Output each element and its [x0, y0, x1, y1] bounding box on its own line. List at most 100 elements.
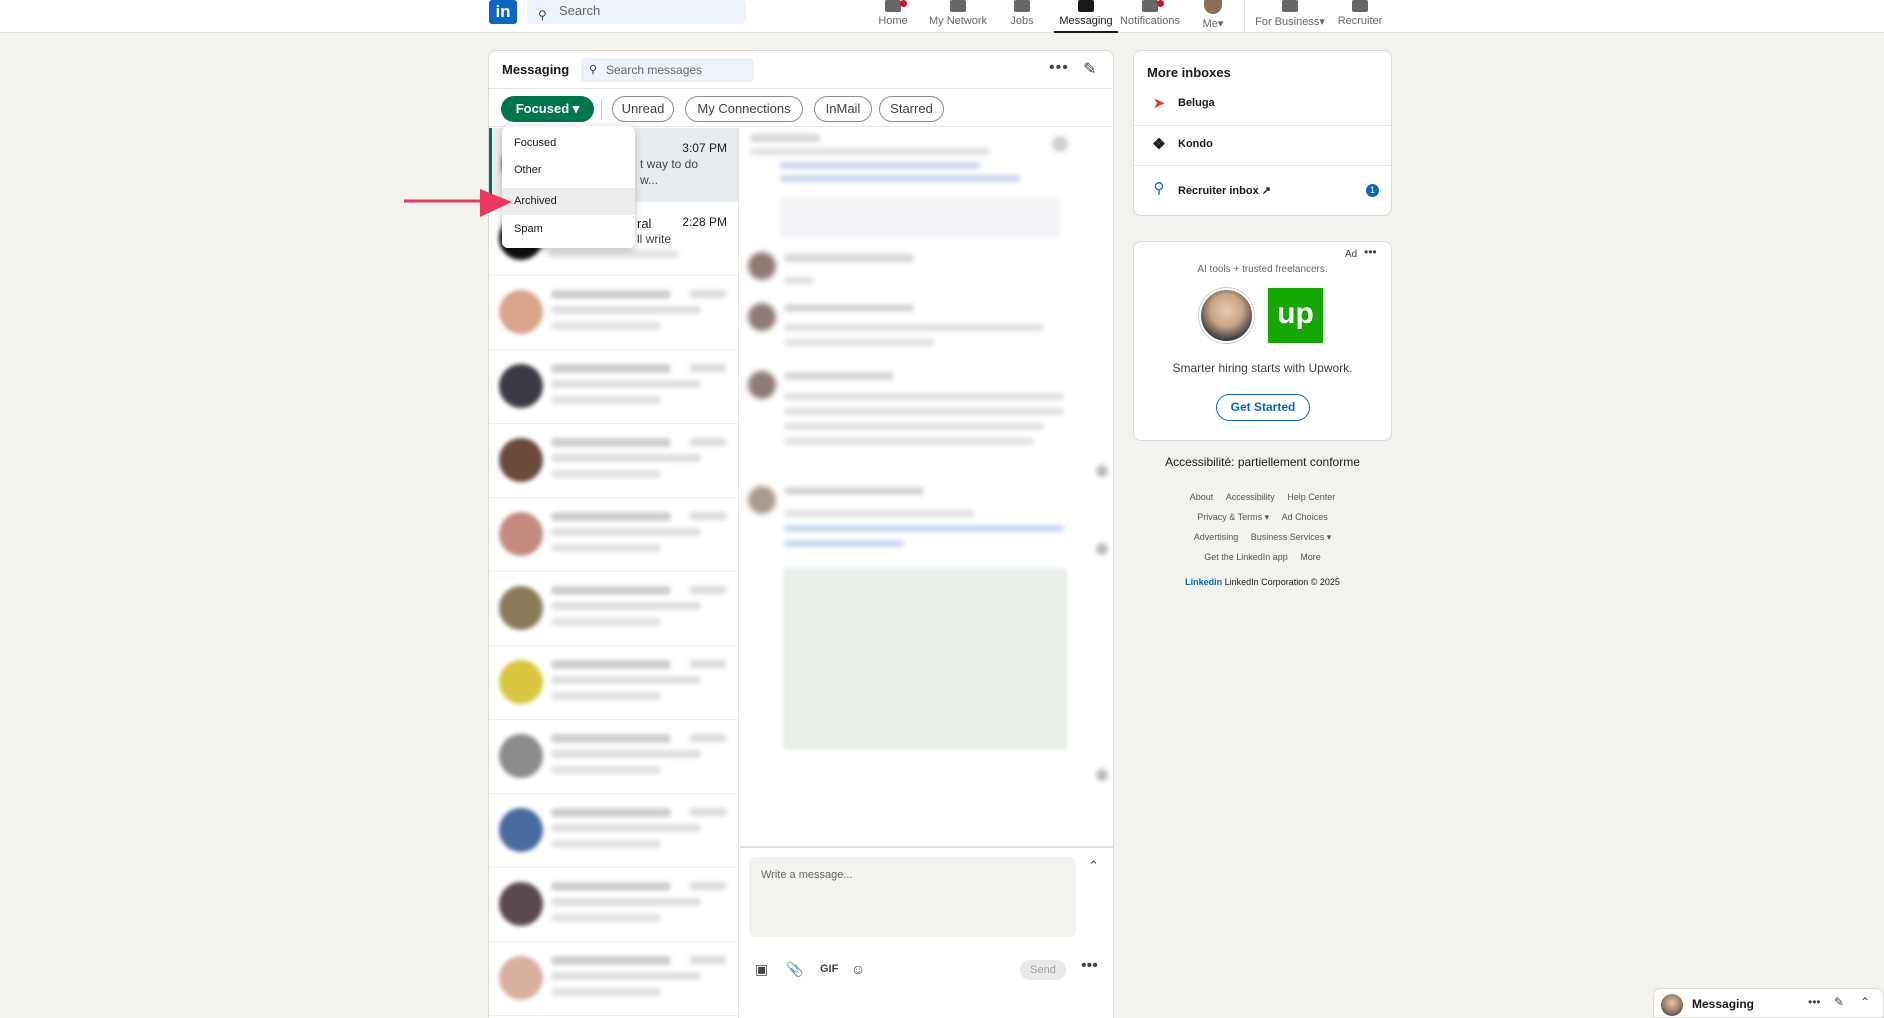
nav-my-network[interactable]: My Network — [926, 0, 990, 33]
filter-row: Focused ▾ Unread My Connections InMail S… — [489, 89, 1113, 127]
network-icon — [950, 0, 966, 12]
more-options-icon[interactable]: ••• — [1081, 957, 1098, 975]
footer-link[interactable]: Get the LinkedIn app — [1204, 552, 1288, 562]
compose-icon[interactable]: ✎ — [1083, 59, 1096, 79]
dropdown-item-archived[interactable]: Archived — [502, 188, 635, 215]
blurred-text — [750, 134, 820, 142]
more-options-icon[interactable]: ••• — [1808, 995, 1821, 1009]
conversation-item[interactable] — [489, 424, 738, 498]
search-icon: ⚲ — [589, 64, 598, 76]
linkedin-logo[interactable]: in — [489, 0, 517, 24]
nav-me[interactable]: Me▾ — [1196, 0, 1230, 33]
message-input[interactable]: Write a message... — [749, 857, 1076, 937]
footer-link[interactable]: Advertising — [1194, 532, 1239, 542]
blurred-time — [689, 586, 727, 594]
annotation-arrow — [404, 189, 512, 217]
conversation-item[interactable] — [489, 572, 738, 646]
grid-icon — [1282, 0, 1298, 12]
footer-link[interactable]: Privacy & Terms ▾ — [1197, 512, 1269, 522]
nav-for-business[interactable]: For Business▾ — [1254, 0, 1326, 33]
blurred-time — [689, 734, 727, 742]
blurred-name — [551, 438, 671, 447]
accessibility-status[interactable]: Accessibilité: partiellement conforme — [1133, 455, 1392, 469]
filter-starred-button[interactable]: Starred — [879, 96, 944, 122]
compose-icon[interactable]: ✎ — [1834, 995, 1844, 1009]
dropdown-item-other[interactable]: Other — [502, 157, 635, 184]
blurred-preview — [551, 988, 661, 996]
inbox-item-recruiter[interactable]: ⚲ Recruiter inbox ↗ 1 — [1134, 165, 1391, 215]
top-nav: in ⚲ Search Home My Network Jobs Messagi… — [0, 0, 1884, 33]
upwork-logo: up — [1268, 288, 1323, 343]
blurred-preview — [551, 618, 661, 626]
chevron-up-icon[interactable]: ⌃ — [1088, 858, 1099, 874]
footer-link[interactable]: More — [1300, 552, 1321, 562]
conversation-item[interactable] — [489, 350, 738, 424]
emoji-icon[interactable]: ☺ — [851, 961, 865, 977]
nav-messaging[interactable]: Messaging — [1054, 0, 1118, 33]
blurred-preview — [551, 544, 661, 552]
messaging-icon — [1078, 0, 1094, 12]
inbox-label: Recruiter inbox ↗ — [1178, 185, 1271, 197]
nav-home[interactable]: Home — [872, 0, 914, 33]
inbox-item-beluga[interactable]: ➤ Beluga — [1134, 85, 1391, 125]
conversation-name: ral — [637, 216, 652, 231]
search-messages-input[interactable]: ⚲ Search messages — [581, 58, 754, 82]
blurred-text — [784, 254, 914, 262]
send-button[interactable]: Send — [1020, 960, 1066, 980]
more-options-icon[interactable]: ••• — [1364, 245, 1377, 259]
nav-recruiter[interactable]: Recruiter — [1336, 0, 1384, 33]
message-composer: Write a message... ⌃ ▣ 📎 GIF ☺ Send ••• — [740, 846, 1113, 1018]
avatar — [499, 734, 543, 778]
blurred-text — [784, 339, 934, 346]
more-options-icon[interactable]: ••• — [1049, 59, 1069, 77]
filter-inmail-button[interactable]: InMail — [814, 96, 872, 122]
footer-link[interactable]: Business Services ▾ — [1251, 532, 1332, 542]
conversation-item[interactable] — [489, 720, 738, 794]
blurred-time — [689, 512, 727, 520]
dropdown-item-spam[interactable]: Spam — [502, 216, 635, 243]
conversation-time: 3:07 PM — [682, 141, 727, 155]
footer-row: Advertising Business Services ▾ — [1133, 527, 1392, 547]
image-icon[interactable]: ▣ — [755, 961, 768, 978]
filter-focused-button[interactable]: Focused ▾ — [501, 96, 594, 122]
messaging-overlay-label: Messaging — [1692, 997, 1755, 1011]
filter-my-connections-button[interactable]: My Connections — [685, 96, 803, 122]
conversation-item[interactable] — [489, 942, 738, 1016]
nav-notifications[interactable]: Notifications — [1119, 0, 1181, 33]
dropdown-item-focused[interactable]: Focused — [502, 130, 635, 157]
blurred-name — [551, 734, 671, 743]
nav-for-business-label: For Business▾ — [1255, 16, 1325, 28]
notification-dot — [1157, 0, 1164, 7]
avatar — [1661, 994, 1683, 1016]
gif-button[interactable]: GIF — [820, 963, 838, 975]
unread-badge: 1 — [1366, 184, 1379, 197]
conversation-snippet: t way to do — [640, 157, 699, 171]
conversation-item[interactable] — [489, 868, 738, 942]
blurred-preview — [551, 972, 701, 980]
messaging-overlay-bar[interactable]: Messaging ••• ✎ ⌃ — [1653, 988, 1884, 1018]
nav-jobs[interactable]: Jobs — [1004, 0, 1040, 33]
recruiter-icon: ⚲ — [1153, 180, 1165, 197]
footer-link[interactable]: About — [1190, 492, 1214, 502]
jobs-icon — [1014, 0, 1030, 12]
get-started-button[interactable]: Get Started — [1216, 394, 1310, 421]
conversation-item[interactable] — [489, 646, 738, 720]
conversation-item[interactable] — [489, 276, 738, 350]
blurred-text — [784, 372, 894, 380]
global-search-input[interactable]: ⚲ Search — [527, 0, 746, 24]
inbox-item-kondo[interactable]: ❖ Kondo — [1134, 125, 1391, 165]
avatar — [499, 956, 543, 1000]
conversation-item[interactable] — [489, 794, 738, 868]
footer-link[interactable]: Help Center — [1287, 492, 1335, 502]
conversation-item[interactable] — [489, 498, 738, 572]
blurred-preview — [551, 766, 661, 774]
filter-unread-button[interactable]: Unread — [612, 96, 674, 122]
footer-link[interactable]: Ad Choices — [1282, 512, 1328, 522]
blurred-preview — [551, 470, 661, 478]
blurred-name — [551, 660, 671, 669]
chevron-up-icon[interactable]: ⌃ — [1860, 995, 1870, 1009]
footer-link[interactable]: Accessibility — [1226, 492, 1275, 502]
paperclip-icon[interactable]: 📎 — [786, 961, 803, 978]
blurred-preview — [551, 750, 701, 758]
blurred-time — [689, 660, 727, 668]
